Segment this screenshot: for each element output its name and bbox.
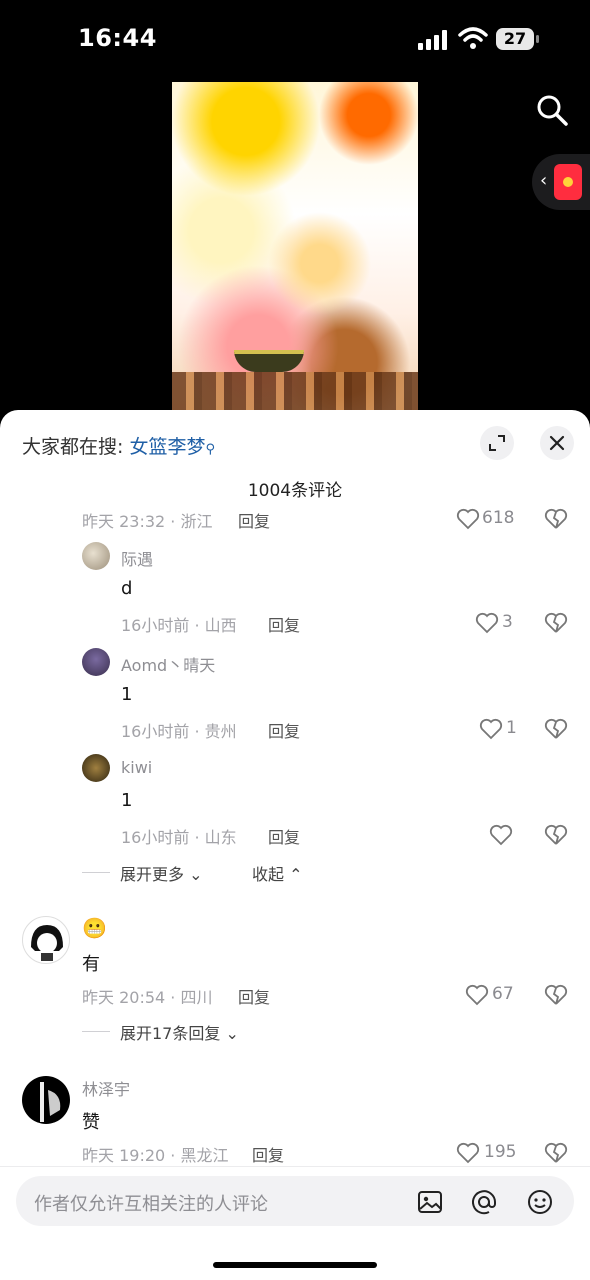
status-time: 16:44	[78, 24, 157, 52]
video-bowl-shape	[234, 350, 304, 372]
avatar[interactable]	[22, 916, 70, 964]
comment-count: 1004条评论	[247, 481, 343, 501]
reply-meta: 16小时前 · 山东	[121, 828, 237, 847]
reply-text: 1	[121, 790, 133, 811]
home-indicator	[213, 1262, 377, 1268]
avatar[interactable]	[82, 648, 110, 676]
reply-button[interactable]: 回复	[238, 984, 270, 1008]
close-button[interactable]	[540, 426, 574, 460]
comment-input-placeholder: 作者仅允许互相关注的人评论	[34, 1194, 268, 1215]
reply-button[interactable]: 回复	[268, 824, 300, 848]
comment-text: 有	[82, 954, 100, 975]
avatar-girl-illustration	[31, 925, 63, 961]
reply-meta: 16小时前 · 贵州	[121, 722, 237, 741]
emoji-icon[interactable]	[526, 1188, 554, 1216]
search-small-icon: ⚲	[205, 442, 215, 457]
broken-heart-icon[interactable]	[544, 508, 568, 530]
red-packet-pendant[interactable]: ‹	[532, 154, 590, 210]
close-icon	[549, 435, 565, 451]
video-bottom-strip	[172, 372, 418, 412]
reply-button[interactable]: 回复	[268, 718, 300, 742]
reply-button[interactable]: 回复	[238, 508, 270, 532]
search-icon[interactable]	[534, 92, 570, 128]
reply-meta: 昨天 23:32 · 浙江	[82, 512, 213, 531]
collapse-button[interactable]: 收起 ⌃	[252, 861, 303, 885]
reply-meta: 16小时前 · 山西	[121, 616, 237, 635]
hot-search-keyword[interactable]: 女篮李梦	[129, 436, 205, 458]
chevron-up-icon: ⌃	[289, 865, 303, 884]
chevron-left-icon: ‹	[540, 170, 548, 191]
chevron-down-icon: ⌄	[189, 865, 203, 884]
heart-icon[interactable]	[479, 718, 503, 740]
like-count: 1	[506, 718, 517, 738]
reply-author[interactable]: kiwi	[121, 758, 152, 777]
comment-input[interactable]: 作者仅允许互相关注的人评论	[16, 1176, 574, 1226]
avatar[interactable]	[82, 754, 110, 782]
like-count: 3	[502, 612, 513, 632]
cellular-signal-icon	[418, 30, 447, 50]
broken-heart-icon[interactable]	[544, 612, 568, 634]
heart-icon[interactable]	[489, 824, 513, 846]
like-count: 195	[484, 1142, 517, 1162]
avatar[interactable]	[22, 1076, 70, 1124]
avatar-silhouette	[40, 1082, 61, 1122]
collapse-label: 收起	[252, 865, 285, 884]
red-packet-icon	[554, 164, 582, 200]
input-divider	[0, 1166, 590, 1167]
expand-more-button[interactable]: 展开更多 ⌄	[120, 861, 203, 885]
like-count: 67	[492, 984, 514, 1004]
reply-author[interactable]: Aomd丶晴天	[121, 652, 215, 676]
expand-replies-button[interactable]: 展开17条回复 ⌄	[120, 1020, 239, 1044]
image-icon[interactable]	[416, 1188, 444, 1216]
comment-list[interactable]: 昨天 23:32 · 浙江 回复 618 际遇 d 16小时前 · 山西 回复 …	[0, 508, 590, 1168]
at-mention-icon[interactable]	[470, 1188, 498, 1216]
heart-icon[interactable]	[465, 984, 489, 1006]
broken-heart-icon[interactable]	[544, 984, 568, 1006]
comment-sheet: 大家都在搜: 女篮李梦⚲ 1004条评论 昨天 23:32 · 浙江 回复 61…	[0, 410, 590, 1280]
comment-meta: 昨天 19:20 · 黑龙江	[82, 1146, 229, 1165]
reply-button[interactable]: 回复	[252, 1142, 284, 1166]
heart-icon[interactable]	[456, 1142, 480, 1164]
heart-icon[interactable]	[475, 612, 499, 634]
comment-meta: 昨天 20:54 · 四川	[82, 988, 213, 1007]
expand-icon	[489, 435, 505, 451]
like-count: 618	[482, 508, 515, 528]
reply-button[interactable]: 回复	[268, 612, 300, 636]
reply-text: d	[121, 578, 133, 599]
video-player[interactable]	[172, 82, 418, 412]
reply-text: 1	[121, 684, 133, 705]
comment-author[interactable]: 林泽宇	[82, 1076, 130, 1100]
heart-icon[interactable]	[456, 508, 480, 530]
avatar[interactable]	[82, 542, 110, 570]
comment-author-emoji[interactable]: 😬	[82, 916, 107, 940]
hot-search-bar[interactable]: 大家都在搜: 女篮李梦⚲	[22, 432, 215, 459]
broken-heart-icon[interactable]	[544, 1142, 568, 1164]
expand-sheet-button[interactable]	[480, 426, 514, 460]
expand-replies-label: 展开17条回复	[120, 1024, 221, 1043]
reply-author[interactable]: 际遇	[121, 546, 153, 570]
expand-more-label: 展开更多	[120, 865, 185, 884]
broken-heart-icon[interactable]	[544, 824, 568, 846]
status-bar: 16:44 27	[0, 0, 590, 80]
broken-heart-icon[interactable]	[544, 718, 568, 740]
wifi-icon	[458, 27, 488, 49]
hot-search-prefix: 大家都在搜:	[22, 436, 124, 458]
divider	[82, 1031, 110, 1032]
battery-icon: 27	[496, 28, 540, 50]
chevron-down-icon: ⌄	[225, 1024, 239, 1043]
battery-level: 27	[496, 28, 534, 50]
divider	[82, 872, 110, 873]
comment-text: 赞	[82, 1112, 100, 1133]
